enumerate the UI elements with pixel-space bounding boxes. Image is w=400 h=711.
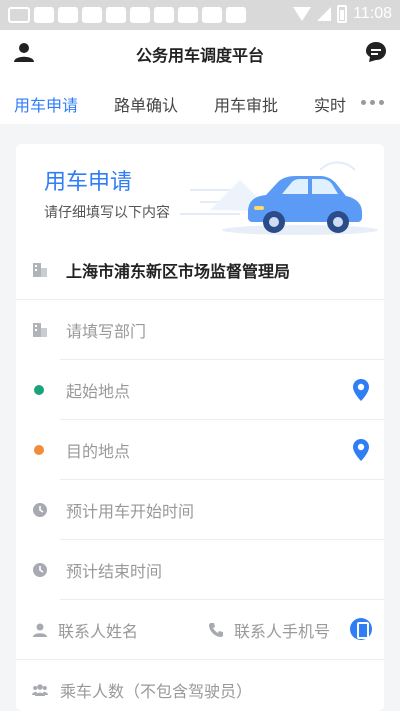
tab-vehicle-approval[interactable]: 用车审批 (214, 92, 278, 116)
contact-name-input[interactable]: 联系人姓名 (58, 618, 138, 642)
map-pin-icon[interactable] (352, 438, 370, 462)
notification-icon (58, 7, 78, 23)
end-time-row[interactable]: 预计结束时间 (16, 540, 384, 600)
destination-row[interactable]: 目的地点 (16, 420, 384, 480)
notification-icon (178, 7, 198, 23)
building-icon (33, 323, 47, 337)
more-tabs-icon[interactable] (361, 100, 384, 105)
tab-route-confirm[interactable]: 路单确认 (114, 92, 178, 116)
messages-button[interactable] (364, 40, 388, 64)
start-dot-icon (34, 385, 44, 395)
end-dot-icon (34, 445, 44, 455)
wifi-icon (293, 7, 312, 21)
destination-input[interactable]: 目的地点 (66, 438, 130, 462)
signal-icon (317, 7, 332, 21)
passengers-row[interactable]: 乘车人数（不包含驾驶员） (16, 660, 384, 711)
status-time: 11:08 (353, 5, 392, 22)
banner-title: 用车申请 (44, 170, 133, 195)
car-illustration (180, 161, 378, 235)
notification-icon (154, 7, 174, 23)
tab-vehicle-request[interactable]: 用车申请 (14, 92, 78, 116)
contact-name-field[interactable]: 联系人姓名 (32, 600, 138, 660)
status-bar: 11:08 (0, 0, 400, 30)
notification-icon (202, 7, 222, 23)
page-title: 公务用车调度平台 (135, 46, 264, 65)
notification-icon (130, 7, 150, 23)
start-time-row[interactable]: 预计用车开始时间 (16, 480, 384, 540)
clock-icon (33, 563, 47, 577)
building-icon (33, 263, 47, 277)
notification-icons (8, 7, 246, 23)
map-pin-icon[interactable] (352, 378, 370, 402)
phone-icon (209, 623, 223, 637)
person-icon (33, 623, 47, 637)
start-time-input[interactable]: 预计用车开始时间 (66, 498, 194, 522)
notification-icon (82, 7, 102, 23)
group-icon (32, 684, 48, 696)
message-icon (8, 7, 30, 23)
contact-phone-field[interactable]: 联系人手机号 (208, 600, 330, 660)
chat-bubble-icon (366, 42, 386, 62)
tab-realtime[interactable]: 实时 (314, 92, 346, 116)
form-banner: 用车申请 请仔细填写以下内容 (16, 144, 384, 240)
contact-phone-input[interactable]: 联系人手机号 (234, 618, 330, 642)
organization-row[interactable]: 上海市浦东新区市场监督管理局 (16, 240, 384, 300)
request-form-card: 用车申请 请仔细填写以下内容 上海市浦东新区市场监督管理局 请填写部门 起始地点… (16, 144, 384, 711)
notification-icon (226, 7, 246, 23)
tab-bar: 用车申请 路单确认 用车审批 实时 (0, 80, 400, 124)
contact-row: 联系人姓名 联系人手机号 (16, 600, 384, 660)
battery-icon (337, 5, 348, 23)
start-location-input[interactable]: 起始地点 (66, 378, 130, 402)
passengers-input[interactable]: 乘车人数（不包含驾驶员） (60, 678, 252, 702)
end-time-input[interactable]: 预计结束时间 (66, 558, 162, 582)
notification-icon (106, 7, 126, 23)
clock-icon (33, 503, 47, 517)
app-header: 公务用车调度平台 (0, 30, 400, 74)
banner-subtitle: 请仔细填写以下内容 (44, 205, 170, 221)
start-location-row[interactable]: 起始地点 (16, 360, 384, 420)
department-row[interactable]: 请填写部门 (16, 300, 384, 360)
organization-value: 上海市浦东新区市场监督管理局 (66, 262, 291, 281)
notification-icon (34, 7, 54, 23)
mobile-contact-icon[interactable] (350, 618, 372, 640)
department-input[interactable]: 请填写部门 (66, 318, 146, 342)
